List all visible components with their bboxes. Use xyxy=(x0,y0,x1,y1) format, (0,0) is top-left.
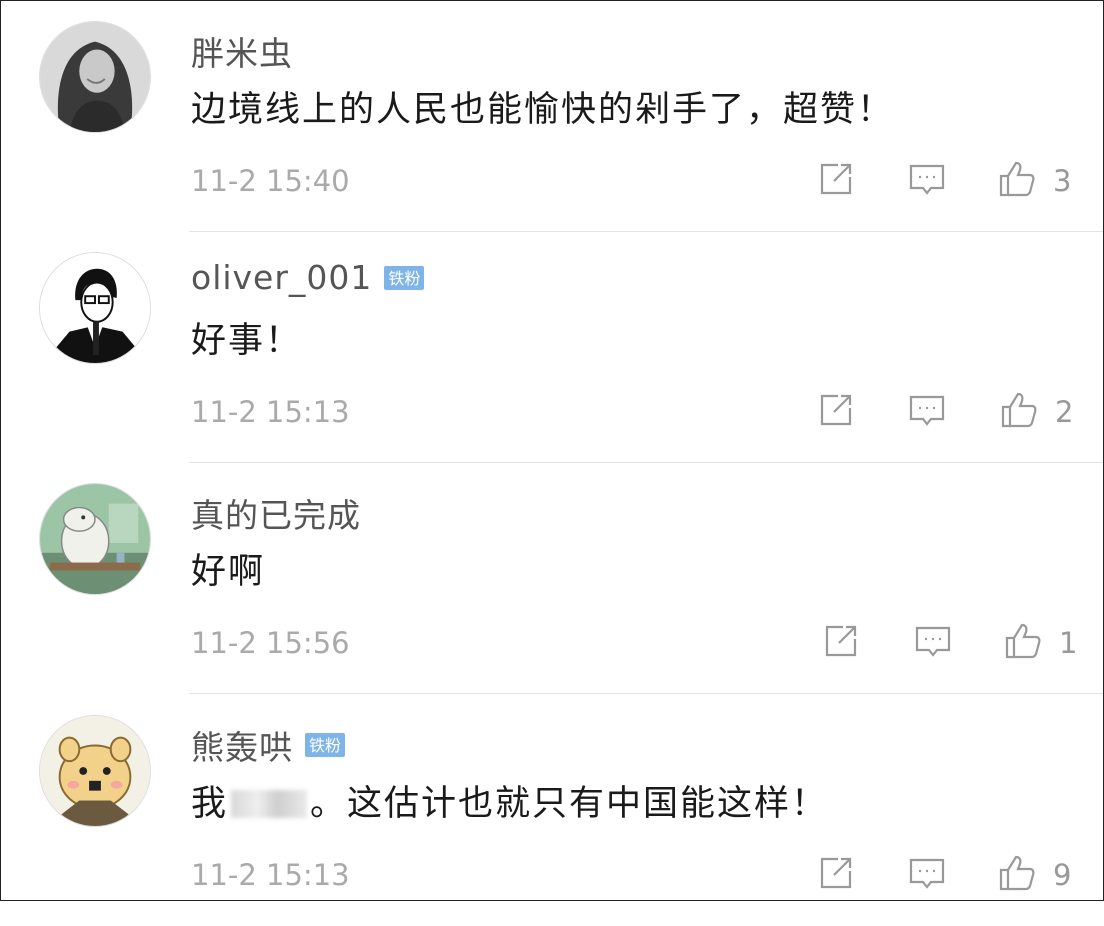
comment-icon[interactable] xyxy=(913,621,953,661)
comment-item: 熊轰哄 铁粉 我 。这估计也就只有中国能这样！ 11-2 15:13 9 xyxy=(1,695,1103,926)
fan-badge: 铁粉 xyxy=(384,265,425,290)
timestamp: 11-2 15:56 xyxy=(191,626,350,660)
woman-portrait-avatar[interactable] xyxy=(39,21,151,133)
timestamp: 11-2 15:40 xyxy=(191,164,350,198)
comment-text-after: 。这估计也就只有中国能这样！ xyxy=(310,784,829,824)
share-icon[interactable] xyxy=(816,390,856,430)
thumbs-up-icon[interactable] xyxy=(1003,621,1043,661)
like-count: 3 xyxy=(1053,164,1072,198)
like-count: 1 xyxy=(1059,626,1078,660)
timestamp: 11-2 15:13 xyxy=(191,858,350,892)
like-count: 9 xyxy=(1053,858,1072,892)
share-icon[interactable] xyxy=(821,621,861,661)
share-icon[interactable] xyxy=(816,853,856,893)
comment-text-before: 我 xyxy=(191,784,229,824)
comment-text: 我 。这估计也就只有中国能这样！ xyxy=(191,775,828,826)
share-icon[interactable] xyxy=(816,159,856,199)
comment-item: oliver_001 铁粉 好事！ 11-2 15:13 2 xyxy=(1,232,1103,463)
username[interactable]: 真的已完成 xyxy=(191,489,361,537)
comment-item: 胖米虫 边境线上的人民也能愉快的剁手了，超赞！ 11-2 15:40 3 xyxy=(1,1,1103,232)
comment-icon[interactable] xyxy=(907,853,947,893)
username[interactable]: oliver_001 xyxy=(191,258,372,297)
thumbs-up-icon[interactable] xyxy=(997,853,1037,893)
username[interactable]: 熊轰哄 xyxy=(191,721,293,769)
blurred-redaction xyxy=(231,790,308,818)
timestamp: 11-2 15:13 xyxy=(191,395,350,429)
thumbs-up-icon[interactable] xyxy=(999,390,1039,430)
fan-badge: 铁粉 xyxy=(305,733,346,757)
moomin-avatar[interactable] xyxy=(39,483,151,595)
comment-list: 胖米虫 边境线上的人民也能愉快的剁手了，超赞！ 11-2 15:40 3 oli… xyxy=(0,0,1104,901)
comment-text: 边境线上的人民也能愉快的剁手了，超赞！ xyxy=(191,90,895,130)
man-sketch-avatar[interactable] xyxy=(39,252,151,364)
username[interactable]: 胖米虫 xyxy=(191,27,293,75)
hamster-avatar[interactable] xyxy=(39,715,151,827)
comment-item: 真的已完成 好啊 11-2 15:56 1 xyxy=(1,463,1103,694)
comment-icon[interactable] xyxy=(907,390,947,430)
comment-text: 好啊 xyxy=(191,552,266,592)
thumbs-up-icon[interactable] xyxy=(997,159,1037,199)
comment-text: 好事！ xyxy=(191,321,303,361)
like-count: 2 xyxy=(1055,395,1074,429)
divider xyxy=(189,693,1103,694)
comment-icon[interactable] xyxy=(907,159,947,199)
